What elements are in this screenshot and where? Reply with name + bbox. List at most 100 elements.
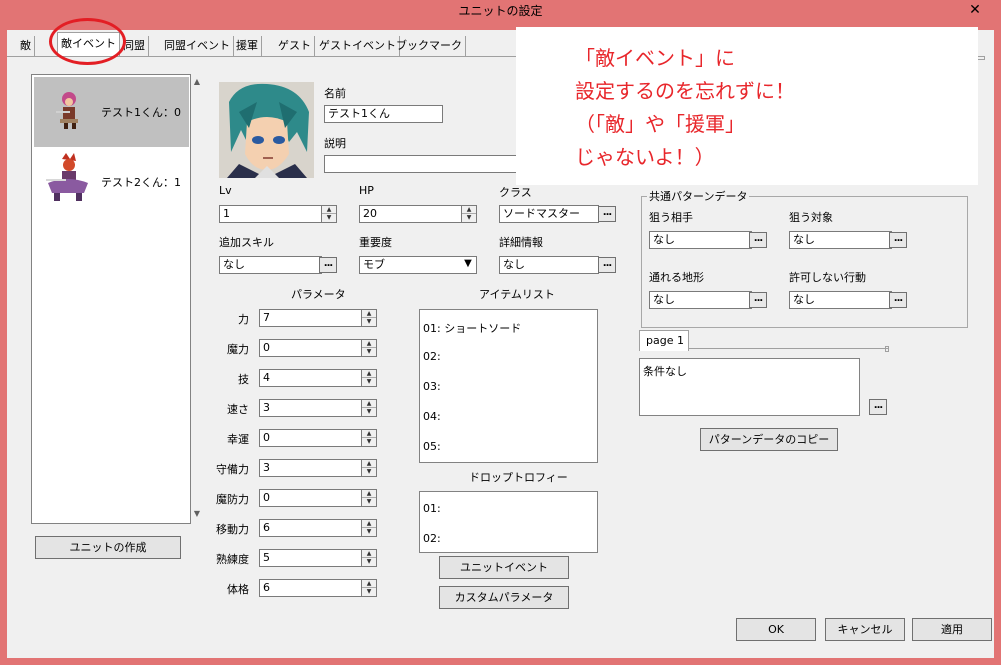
detail-label: 詳細情報 [499, 236, 543, 249]
importance-select[interactable]: モブ [359, 256, 477, 274]
drop-row[interactable]: 01: [423, 502, 441, 515]
param-stepper[interactable]: ▲ ▼ [361, 399, 377, 417]
spin-down-icon[interactable]: ▼ [362, 528, 376, 536]
spin-down-icon[interactable]: ▼ [322, 214, 336, 222]
param-label: 魔防力 [216, 493, 249, 506]
hp-stepper[interactable]: ▲ ▼ [461, 205, 477, 223]
param-value-field[interactable]: 0 [259, 339, 362, 357]
param-stepper[interactable]: ▲ ▼ [361, 339, 377, 357]
unit-list[interactable]: テスト1くん：0 テスト2くん：1 ▲ ▼ [31, 74, 200, 524]
spin-up-icon[interactable]: ▲ [362, 430, 376, 438]
spin-down-icon[interactable]: ▼ [362, 558, 376, 566]
param-value-field[interactable]: 4 [259, 369, 362, 387]
tab-page-1[interactable]: page 1 [639, 330, 689, 351]
param-value-field[interactable]: 0 [259, 489, 362, 507]
param-stepper[interactable]: ▲ ▼ [361, 309, 377, 327]
description-field[interactable] [324, 155, 519, 173]
drop-row[interactable]: 02: [423, 532, 441, 545]
drop-list[interactable]: 01: 02: [419, 491, 598, 553]
item-row[interactable]: 04: [423, 410, 441, 423]
param-value-field[interactable]: 5 [259, 549, 362, 567]
spin-up-icon[interactable]: ▲ [362, 340, 376, 348]
spin-up-icon[interactable]: ▲ [362, 460, 376, 468]
spin-up-icon[interactable]: ▲ [362, 310, 376, 318]
spin-down-icon[interactable]: ▼ [362, 468, 376, 476]
unit-event-button[interactable]: ユニットイベント [439, 556, 569, 579]
param-stepper[interactable]: ▲ ▼ [361, 579, 377, 597]
param-value-field[interactable]: 3 [259, 399, 362, 417]
spin-up-icon[interactable]: ▲ [362, 520, 376, 528]
item-row[interactable]: 02: [423, 350, 441, 363]
spin-down-icon[interactable]: ▼ [362, 438, 376, 446]
param-stepper[interactable]: ▲ ▼ [361, 459, 377, 477]
lv-stepper[interactable]: ▲ ▼ [321, 205, 337, 223]
param-stepper[interactable]: ▲ ▼ [361, 519, 377, 537]
spin-down-icon[interactable]: ▼ [362, 588, 376, 596]
cancel-button[interactable]: キャンセル [825, 618, 905, 641]
detail-browse-button[interactable]: ... [598, 257, 616, 273]
spin-up-icon[interactable]: ▲ [322, 206, 336, 214]
close-button[interactable]: ✕ [957, 0, 993, 20]
unit-list-item[interactable]: テスト1くん：0 [34, 77, 189, 147]
item-row[interactable]: 03: [423, 380, 441, 393]
item-row[interactable]: 05: [423, 440, 441, 453]
ok-button[interactable]: OK [736, 618, 816, 641]
spin-up-icon[interactable]: ▲ [362, 550, 376, 558]
param-stepper[interactable]: ▲ ▼ [361, 549, 377, 567]
param-stepper[interactable]: ▲ ▼ [361, 429, 377, 447]
tab-ally-event[interactable]: 同盟イベント [161, 36, 234, 56]
forbid-field: なし [789, 291, 892, 309]
title-bar: ユニットの設定 ✕ [0, 0, 1001, 22]
param-value-field[interactable]: 6 [259, 519, 362, 537]
lv-field[interactable]: 1 [219, 205, 322, 223]
spin-down-icon[interactable]: ▼ [362, 408, 376, 416]
class-browse-button[interactable]: ... [598, 206, 616, 222]
item-list[interactable]: 01: ショートソード 02: 03: 04: 05: [419, 309, 598, 463]
unit-settings-window: ユニットの設定 ✕ 敵 敵イベント 同盟 同盟イベント 援軍 ゲスト ゲストイベ… [0, 0, 1001, 665]
tab-guest[interactable]: ゲスト [275, 36, 315, 56]
spin-down-icon[interactable]: ▼ [362, 378, 376, 386]
item-row[interactable]: 01: ショートソード [423, 320, 521, 336]
param-value-field[interactable]: 0 [259, 429, 362, 447]
tab-guest-event[interactable]: ゲストイベント [316, 36, 400, 56]
spin-down-icon[interactable]: ▼ [362, 318, 376, 326]
spin-up-icon[interactable]: ▲ [362, 580, 376, 588]
terrain-browse-button[interactable]: ... [749, 292, 767, 308]
scroll-up-icon[interactable]: ▲ [190, 77, 204, 86]
name-field[interactable]: テスト1くん [324, 105, 443, 123]
object-browse-button[interactable]: ... [889, 232, 907, 248]
tab-enemy[interactable]: 敵 [17, 36, 35, 56]
condition-browse-button[interactable]: ... [869, 399, 887, 415]
param-label: 速さ [227, 403, 249, 416]
hp-field[interactable]: 20 [359, 205, 462, 223]
spin-up-icon[interactable]: ▲ [362, 370, 376, 378]
forbid-browse-button[interactable]: ... [889, 292, 907, 308]
spin-down-icon[interactable]: ▼ [462, 214, 476, 222]
unit-list-item[interactable]: テスト2くん：1 [34, 147, 189, 217]
param-value-field[interactable]: 6 [259, 579, 362, 597]
spin-up-icon[interactable]: ▲ [462, 206, 476, 214]
custom-parameter-button[interactable]: カスタムパラメータ [439, 586, 569, 609]
param-value-field[interactable]: 3 [259, 459, 362, 477]
create-unit-button[interactable]: ユニットの作成 [35, 536, 181, 559]
tab-bookmark[interactable]: ブックマーク [393, 36, 466, 56]
annotation-line: 設定するのを忘れずに！ [575, 79, 795, 103]
annotation-line: じゃないよ！） [575, 145, 715, 169]
param-label: 体格 [227, 583, 249, 596]
copy-pattern-button[interactable]: パターンデータのコピー [700, 428, 838, 451]
param-stepper[interactable]: ▲ ▼ [361, 489, 377, 507]
target-browse-button[interactable]: ... [749, 232, 767, 248]
condition-box[interactable]: 条件なし [639, 358, 860, 416]
chevron-down-icon[interactable]: ▼ [461, 258, 475, 269]
spin-down-icon[interactable]: ▼ [362, 348, 376, 356]
param-value-field[interactable]: 7 [259, 309, 362, 327]
skill-browse-button[interactable]: ... [319, 257, 337, 273]
terrain-field: なし [649, 291, 752, 309]
param-stepper[interactable]: ▲ ▼ [361, 369, 377, 387]
tab-reinforcement[interactable]: 援軍 [233, 36, 262, 56]
scroll-down-icon[interactable]: ▼ [190, 509, 204, 518]
spin-up-icon[interactable]: ▲ [362, 400, 376, 408]
apply-button[interactable]: 適用 [912, 618, 992, 641]
spin-up-icon[interactable]: ▲ [362, 490, 376, 498]
spin-down-icon[interactable]: ▼ [362, 498, 376, 506]
